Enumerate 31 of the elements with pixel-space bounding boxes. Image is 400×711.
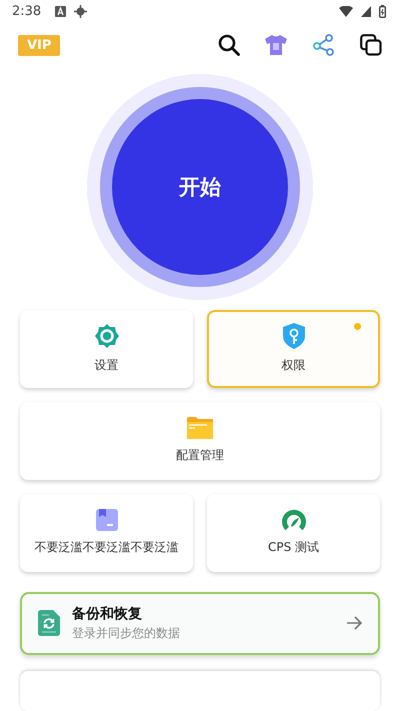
- tile-label: CPS 测试: [268, 539, 320, 556]
- backup-subtitle: 登录并同步您的数据: [72, 624, 180, 642]
- tile-label: 设置: [94, 357, 118, 374]
- folder-icon: [187, 417, 213, 440]
- speedometer-icon: [280, 509, 306, 532]
- tile-label: 权限: [282, 357, 306, 374]
- feature-tile[interactable]: CPS 测试: [207, 494, 380, 572]
- bookmark-box-icon: [96, 509, 118, 532]
- backup-card[interactable]: 备份和恢复 登录并同步您的数据: [20, 592, 380, 655]
- gear-icon: [94, 323, 120, 350]
- shield-key-icon: [282, 323, 304, 350]
- status-time: 2:38: [12, 4, 42, 19]
- notification-icon: [55, 6, 66, 17]
- copy-icon[interactable]: [360, 34, 382, 56]
- search-icon[interactable]: [218, 34, 240, 56]
- shirt-icon[interactable]: [264, 34, 288, 56]
- signal-icon: [361, 6, 371, 17]
- feature-tile[interactable]: 不要泛滥不要泛滥不要泛滥: [20, 494, 193, 572]
- feature-tile[interactable]: 配置管理: [20, 402, 380, 480]
- share-icon[interactable]: [312, 34, 336, 56]
- wifi-icon: [339, 6, 353, 17]
- arrow-right-icon: [346, 616, 362, 630]
- feature-tile[interactable]: 权限: [207, 310, 380, 388]
- tile-label: 不要泛滥不要泛滥不要泛滥: [34, 539, 178, 556]
- location-icon: [74, 4, 88, 18]
- backup-title: 备份和恢复: [72, 604, 143, 623]
- feature-tile[interactable]: 设置: [20, 310, 193, 388]
- start-button[interactable]: 开始: [112, 99, 288, 276]
- tile-label: 配置管理: [176, 447, 224, 464]
- sync-file-icon: [38, 610, 60, 636]
- battery-icon: [379, 4, 386, 18]
